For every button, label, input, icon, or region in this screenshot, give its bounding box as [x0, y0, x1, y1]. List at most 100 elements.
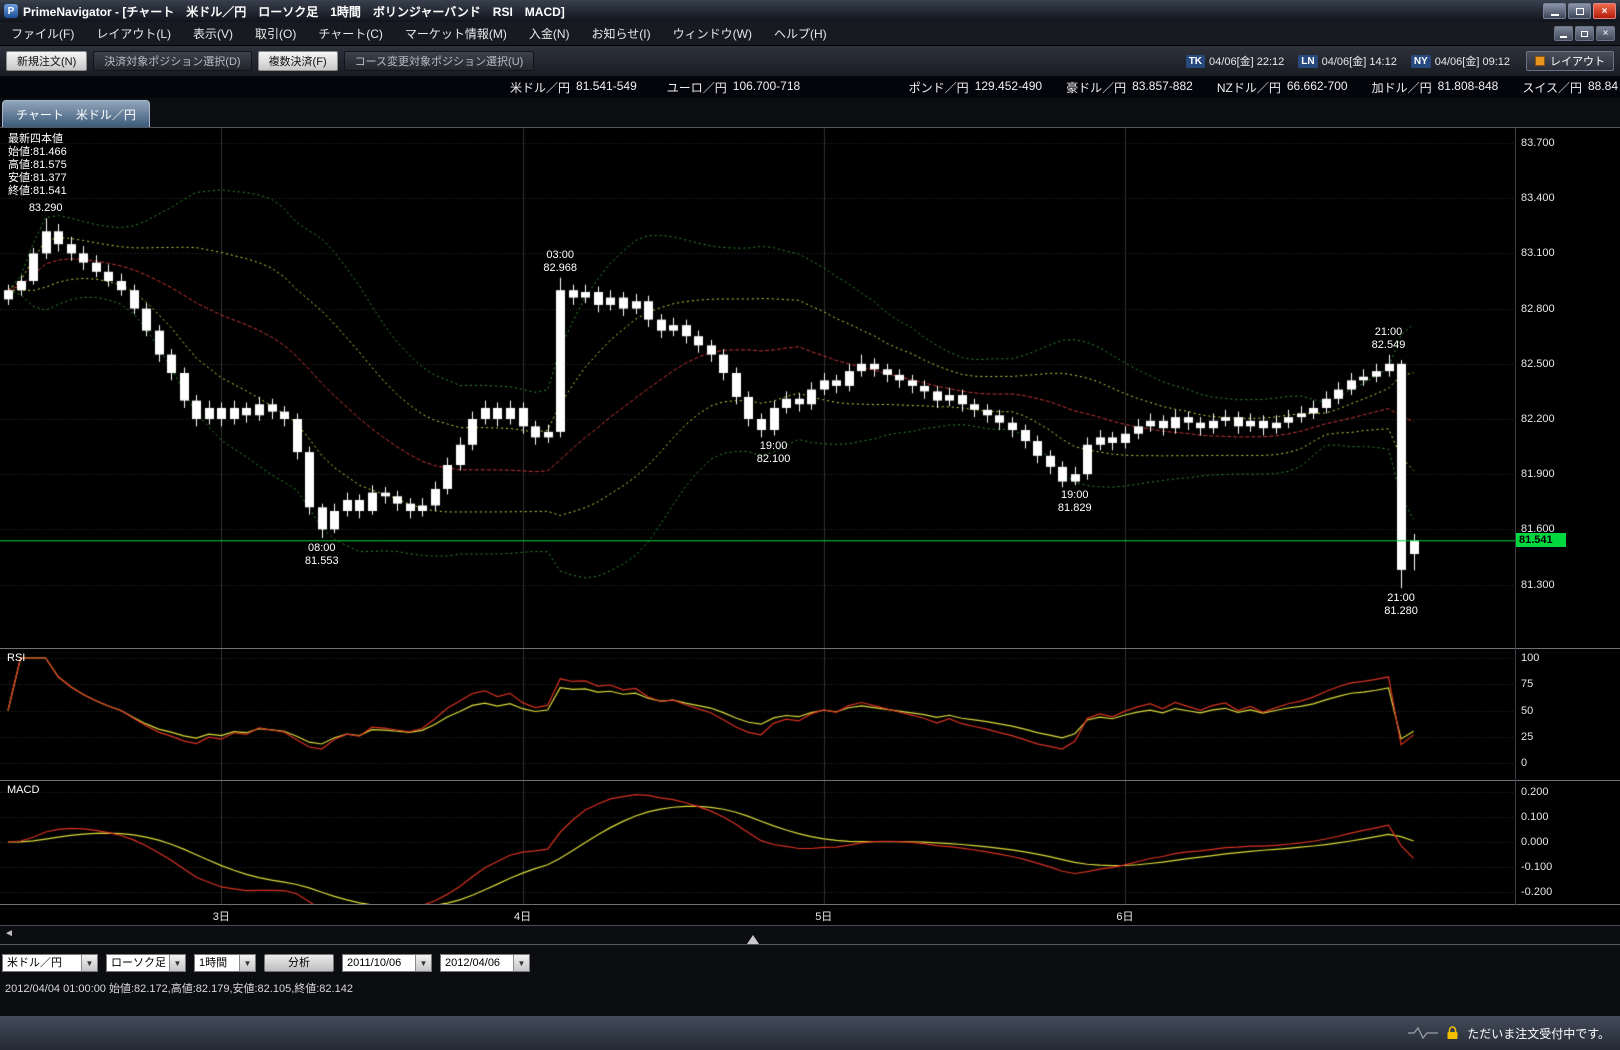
rate-nzdjpy: NZドル／円66.662-700 [1217, 79, 1348, 96]
app-icon: P [4, 4, 18, 18]
chart-scrollbar[interactable] [0, 944, 1620, 945]
menu-help[interactable]: ヘルプ(H) [763, 22, 838, 46]
menu-view[interactable]: 表示(V) [182, 22, 244, 46]
rsi-panel-label: RSI [7, 652, 25, 664]
chevron-down-icon[interactable]: ▼ [239, 955, 255, 971]
close-icon: × [1602, 6, 1608, 17]
chart-controls: 米ドル／円 ▼ ローソク足 ▼ 1時間 ▼ 分析 2011/10/06 ▼ 20… [0, 951, 1620, 975]
date-to-value: 2012/04/06 [441, 955, 513, 971]
layout-grid-icon [1535, 56, 1545, 66]
rate-usdjpy: 米ドル／円81.541-549 [510, 79, 637, 96]
multi-close-button[interactable]: 複数決済(F) [258, 51, 338, 71]
ohlc-low: 安値:81.377 [8, 172, 67, 185]
clock-time: 04/06[金] 09:12 [1435, 53, 1510, 69]
rate-bar: 米ドル／円81.541-549 ユーロ／円106.700-718 ポンド／円12… [0, 76, 1620, 98]
restore-icon [1576, 8, 1584, 15]
rate-cadjpy: 加ドル／円81.808-848 [1372, 79, 1499, 96]
macd-axis-label: 0.000 [1521, 836, 1549, 848]
menu-layout[interactable]: レイアウト(L) [85, 22, 182, 46]
minimize-button[interactable] [1543, 3, 1566, 19]
menu-bar: ファイル(F) レイアウト(L) 表示(V) 取引(O) チャート(C) マーケ… [0, 22, 1620, 46]
close-button[interactable]: × [1593, 3, 1616, 19]
ohlc-open: 始値:81.466 [8, 146, 67, 159]
scroll-left-icon[interactable]: ◄ [4, 928, 14, 939]
date-from-value: 2011/10/06 [343, 955, 415, 971]
rsi-axis-label: 50 [1521, 705, 1533, 717]
rate-audjpy: 豪ドル／円83.857-882 [1066, 79, 1193, 96]
chart-region: 最新四本値 始値:81.466 高値:81.575 安値:81.377 終値:8… [0, 128, 1620, 925]
macd-axis-label: 0.100 [1521, 811, 1549, 823]
ohlc-title: 最新四本値 [8, 133, 67, 146]
clock-time: 04/06[金] 22:12 [1209, 53, 1284, 69]
chevron-down-icon[interactable]: ▼ [169, 955, 185, 971]
clock-tz-badge: TK [1186, 55, 1205, 68]
chart-scroll-row: ◄ [0, 925, 1620, 951]
date-axis-label: 3日 [213, 908, 230, 924]
rsi-axis-label: 75 [1521, 678, 1533, 690]
menu-chart[interactable]: チャート(C) [307, 22, 394, 46]
latest-ohlc-info: 最新四本値 始値:81.466 高値:81.575 安値:81.377 終値:8… [8, 133, 67, 198]
rate-chfjpy: スイス／円88.84 [1522, 79, 1618, 96]
macd-axis-label: -0.100 [1521, 861, 1552, 873]
clock-newyork: NY 04/06[金] 09:12 [1411, 53, 1510, 69]
ohlc-high: 高値:81.575 [8, 159, 67, 172]
date-to-select[interactable]: 2012/04/06 ▼ [440, 954, 530, 972]
child-close-button[interactable]: × [1596, 26, 1615, 41]
tab-strip: チャート 米ドル／円 [0, 98, 1620, 128]
minimize-icon [1560, 36, 1567, 38]
close-icon: × [1603, 28, 1609, 39]
scrollbar-thumb[interactable] [747, 935, 759, 944]
rate-eurjpy: ユーロ／円106.700-718 [667, 79, 800, 96]
status-message: ただいま注文受付中です。 [1467, 1025, 1610, 1042]
date-axis-label: 4日 [514, 908, 531, 924]
child-minimize-button[interactable] [1554, 26, 1573, 41]
clock-tz-badge: LN [1298, 55, 1317, 68]
status-bar: ただいま注文受付中です。 [0, 1016, 1620, 1050]
price-axis-divider [1515, 128, 1516, 905]
app-window: P PrimeNavigator - [チャート 米ドル／円 ローソク足 1時間… [0, 0, 1620, 1050]
rsi-axis-label: 0 [1521, 757, 1527, 769]
price-axis-label: 81.300 [1521, 579, 1555, 591]
chevron-down-icon[interactable]: ▼ [415, 955, 431, 971]
clock-time: 04/06[金] 14:12 [1322, 53, 1397, 69]
course-change-position-select-button[interactable]: コース変更対象ポジション選択(U) [344, 51, 535, 71]
world-clocks: TK 04/06[金] 22:12 LN 04/06[金] 14:12 NY 0… [1186, 53, 1510, 69]
rate-gbpjpy: ポンド／円129.452-490 [909, 79, 1042, 96]
clock-london: LN 04/06[金] 14:12 [1298, 53, 1397, 69]
analyze-button[interactable]: 分析 [264, 954, 334, 972]
menu-window[interactable]: ウィンドウ(W) [662, 22, 763, 46]
rsi-axis-label: 25 [1521, 731, 1533, 743]
price-axis-label: 81.900 [1521, 468, 1555, 480]
panel-separator [0, 904, 1620, 905]
menu-file[interactable]: ファイル(F) [0, 22, 85, 46]
menu-trade[interactable]: 取引(O) [244, 22, 307, 46]
chart-type-value: ローソク足 [107, 955, 169, 971]
cursor-ohlc-info: 2012/04/04 01:00:00 始値:82.172,高値:82.179,… [0, 975, 1620, 998]
price-axis-label: 82.800 [1521, 303, 1555, 315]
child-restore-button[interactable] [1575, 26, 1594, 41]
macd-panel-label: MACD [7, 784, 39, 796]
price-axis-label: 82.500 [1521, 358, 1555, 370]
lock-icon [1446, 1026, 1459, 1040]
date-axis-label: 5日 [815, 908, 832, 924]
date-from-select[interactable]: 2011/10/06 ▼ [342, 954, 432, 972]
menu-market-info[interactable]: マーケット情報(M) [394, 22, 518, 46]
new-order-button[interactable]: 新規注文(N) [6, 51, 87, 71]
interval-select[interactable]: 1時間 ▼ [194, 954, 256, 972]
menu-notice[interactable]: お知らせ(I) [581, 22, 662, 46]
macd-axis-label: 0.200 [1521, 786, 1549, 798]
price-axis-label: 83.700 [1521, 137, 1555, 149]
restore-button[interactable] [1568, 3, 1591, 19]
tab-chart-usdjpy[interactable]: チャート 米ドル／円 [2, 100, 150, 127]
pair-select[interactable]: 米ドル／円 ▼ [2, 954, 98, 972]
layout-button[interactable]: レイアウト [1526, 51, 1614, 71]
date-axis-label: 6日 [1116, 908, 1133, 924]
chevron-down-icon[interactable]: ▼ [81, 955, 97, 971]
chevron-down-icon[interactable]: ▼ [513, 955, 529, 971]
current-price-tag: 81.541 [1516, 533, 1566, 547]
menu-deposit[interactable]: 入金(N) [518, 22, 581, 46]
close-position-select-button[interactable]: 決済対象ポジション選択(D) [93, 51, 251, 71]
chart-type-select[interactable]: ローソク足 ▼ [106, 954, 186, 972]
panel-separator [0, 648, 1620, 649]
candlestick-chart-canvas[interactable] [0, 128, 1515, 905]
